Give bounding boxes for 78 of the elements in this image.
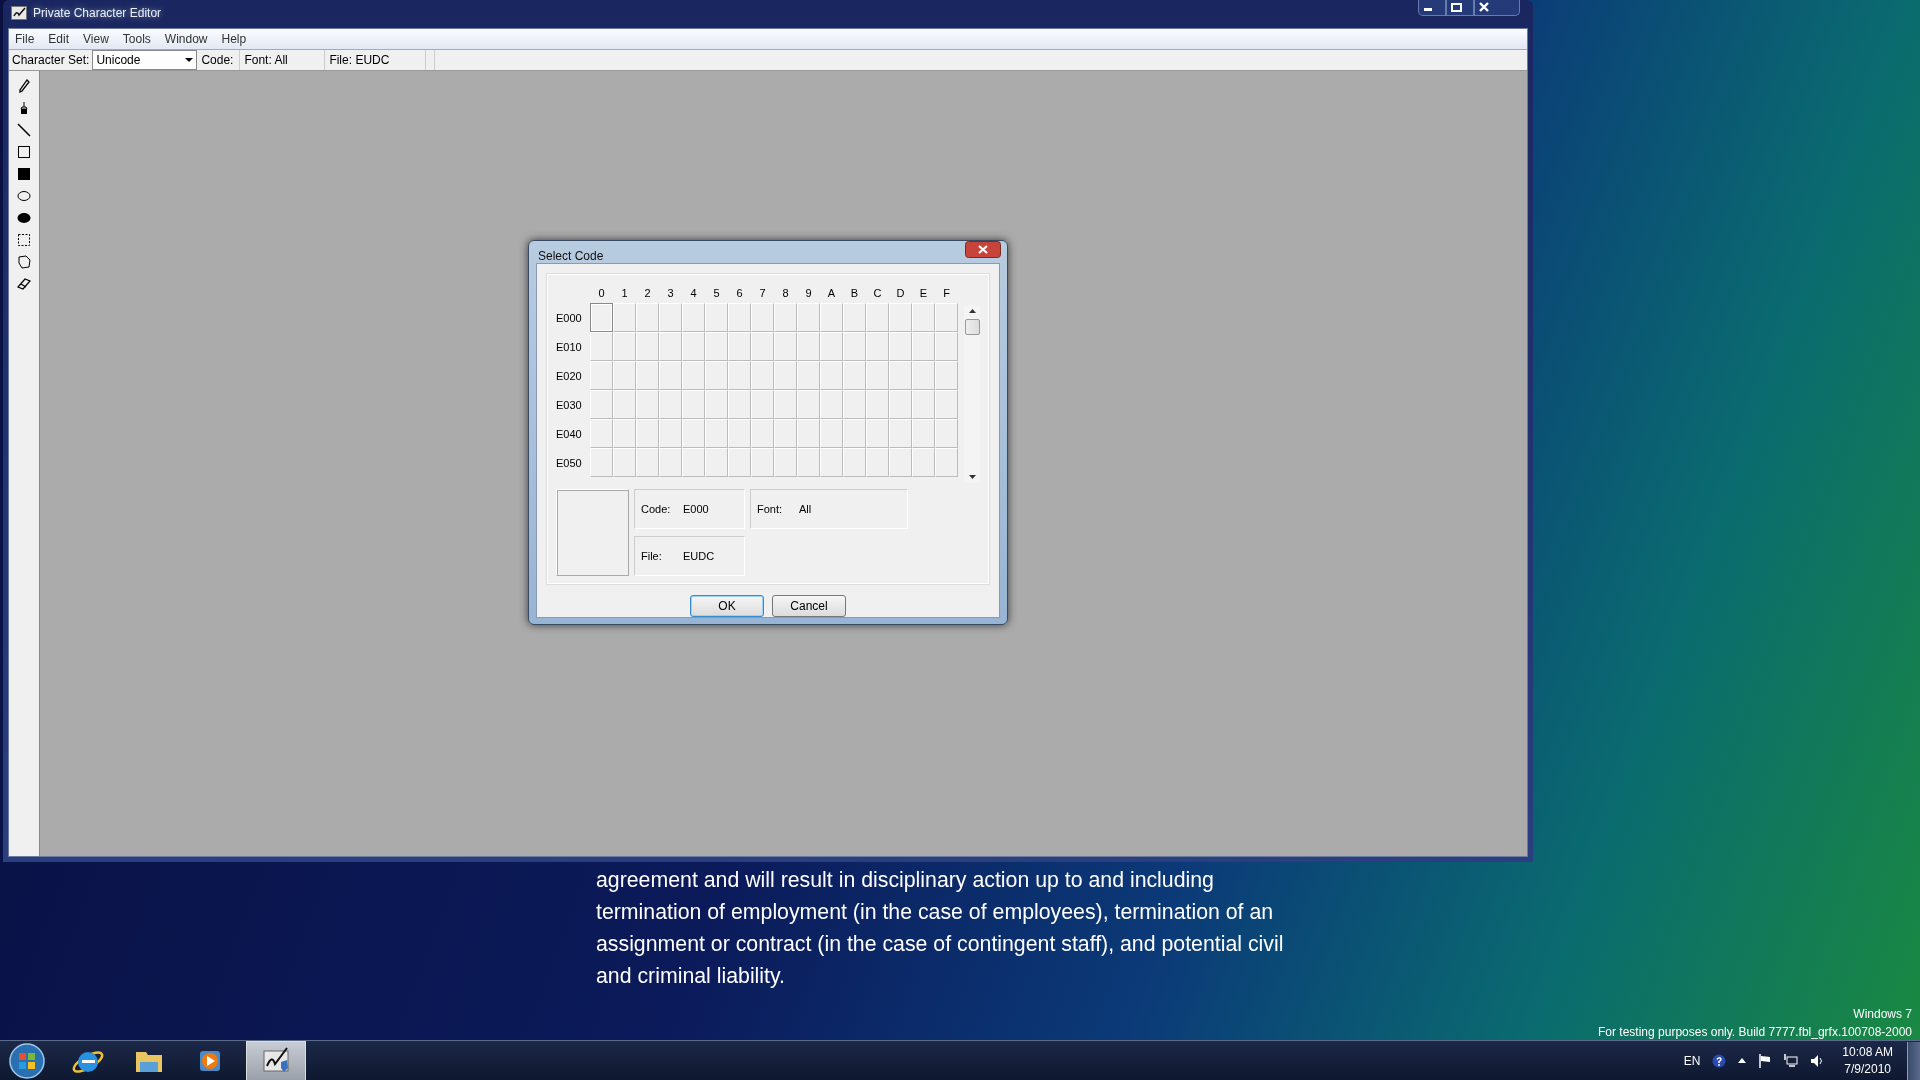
column-header: C (872, 286, 883, 301)
character-set-label: Character Set: (11, 52, 91, 69)
language-indicator[interactable]: EN (1683, 1053, 1701, 1068)
column-header: 7 (758, 286, 767, 301)
rectangle-icon[interactable] (17, 145, 31, 159)
field-value: E000 (683, 503, 709, 515)
code-status: Code: (197, 50, 241, 70)
column-header: B (849, 286, 860, 301)
field-label: Font: (757, 503, 784, 515)
minimize-button[interactable] (1418, 0, 1446, 16)
dialog-title: Select Code (537, 248, 604, 263)
line-icon[interactable] (17, 123, 31, 137)
filled-ellipse-icon[interactable] (17, 211, 31, 225)
brush-icon[interactable] (17, 101, 31, 115)
column-header: 2 (643, 286, 652, 301)
menu-item[interactable]: Tools (115, 32, 158, 46)
column-header: D (895, 286, 906, 301)
ellipse-icon[interactable] (17, 189, 31, 203)
field-value: All (799, 503, 812, 515)
character-cell[interactable] (590, 303, 613, 332)
column-header: 0 (597, 286, 606, 301)
row-header: E050 (556, 455, 583, 471)
row-header: E020 (556, 368, 583, 384)
dropdown-arrow-icon (185, 58, 194, 62)
row-header: E000 (556, 310, 583, 326)
scroll-down-icon[interactable] (968, 475, 976, 479)
column-header: 5 (712, 286, 721, 301)
column-header: 8 (781, 286, 790, 301)
menu-item[interactable]: View (76, 32, 116, 46)
font-status: Font: All (240, 50, 326, 70)
field-value: EUDC (683, 550, 715, 562)
scrollbar[interactable] (964, 305, 980, 483)
flag-icon[interactable] (1758, 1053, 1773, 1068)
close-button[interactable] (1474, 0, 1520, 16)
caption-text: agreement and will result in disciplinary action up to and including termination of employment (in the case of employees), termination of an assignment or contract (in the case of contingent staff), and potential civil and criminal liability. (596, 867, 1284, 990)
row-header: E010 (556, 339, 583, 355)
rectangular-selection-icon[interactable] (17, 233, 31, 247)
column-header: 4 (689, 286, 698, 301)
close-button[interactable] (965, 241, 1001, 258)
help-icon[interactable] (1712, 1053, 1727, 1068)
column-header: F (942, 286, 951, 301)
volume-icon[interactable] (1810, 1053, 1825, 1068)
column-header: A (826, 286, 837, 301)
row-header: E030 (556, 397, 583, 413)
scrollbar-thumb[interactable] (964, 319, 980, 335)
row-header: E040 (556, 426, 583, 442)
freeform-selection-icon[interactable] (17, 255, 31, 269)
cancel-button[interactable]: Cancel (772, 595, 846, 617)
pencil-icon[interactable] (17, 79, 31, 93)
show-desktop-button[interactable] (1907, 1041, 1920, 1080)
eraser-icon[interactable] (17, 277, 31, 291)
start-button[interactable] (8, 1041, 46, 1080)
column-header: 6 (735, 286, 744, 301)
ok-button[interactable]: OK (690, 595, 764, 617)
column-header: 9 (804, 286, 813, 301)
field-label: File: (641, 550, 663, 562)
field-label: Code: (641, 503, 672, 515)
build-info-text: Windows 7 (1852, 1006, 1912, 1023)
pen-editor-icon[interactable] (246, 1040, 306, 1080)
app-icon (11, 6, 27, 20)
show-hidden-icons-icon[interactable] (1738, 1058, 1747, 1063)
network-icon[interactable] (1784, 1053, 1799, 1068)
character-set-dropdown[interactable]: Unicode (92, 50, 198, 70)
scroll-up-icon[interactable] (968, 309, 976, 313)
clock-time[interactable]: 10:08 AM (1842, 1043, 1893, 1061)
column-header: 3 (666, 286, 675, 301)
filled-rectangle-icon[interactable] (17, 167, 31, 181)
file-status: File: EUDC (325, 50, 427, 70)
maximize-button[interactable] (1446, 0, 1474, 16)
menu-item[interactable]: Help (214, 32, 254, 46)
menu-item[interactable]: Window (157, 32, 215, 46)
column-header: E (918, 286, 929, 301)
build-info-text: For testing purposes only. Build 7777.fbl_grfx.100708-2000 (1598, 1024, 1912, 1041)
window-title: Private Character Editor (33, 6, 162, 20)
menu-item[interactable]: File (9, 32, 42, 46)
column-header: 1 (620, 286, 629, 301)
clock-date[interactable]: 7/9/2010 (1844, 1060, 1891, 1078)
menu-item[interactable]: Edit (41, 32, 77, 46)
